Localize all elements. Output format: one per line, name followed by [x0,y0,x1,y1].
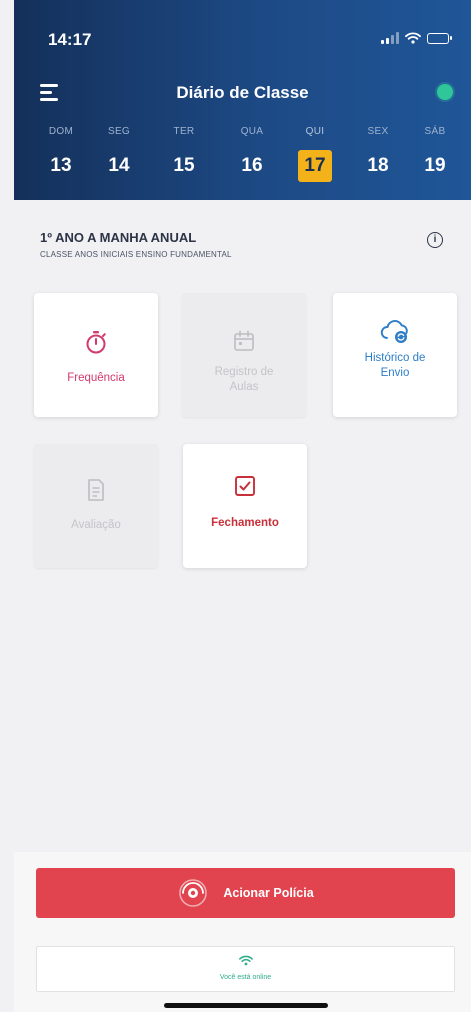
card-label: Frequência [67,372,125,384]
police-button-label: Acionar Polícia [223,886,314,900]
status-icons [381,32,452,44]
day-number: 16 [241,155,263,176]
day-number: 19 [424,155,446,176]
day-tuesday[interactable]: TER 15 [159,126,209,182]
week-strip: DOM 13 SEG 14 TER 15 QUA 16 QUI 17 SEX 1… [14,126,471,196]
day-number: 13 [50,155,72,176]
document-icon [88,479,104,501]
nav-bar: Diário de Classe [14,74,471,114]
card-label: Avaliação [71,519,121,531]
day-number: 14 [108,155,130,176]
app-header: 14:17 Diário de Classe DOM 13 SEG 14 TER… [14,0,471,200]
wifi-icon [238,955,253,966]
day-number-selected: 17 [298,150,332,182]
registro-de-aulas-card[interactable]: Registro de Aulas [182,293,306,417]
acionar-policia-button[interactable]: Acionar Polícia [36,868,455,918]
day-name: SÁB [424,126,446,137]
fechamento-card[interactable]: Fechamento [183,444,307,568]
page-title: Diário de Classe [176,83,309,102]
day-sunday[interactable]: DOM 13 [36,126,86,182]
day-name: TER [173,126,195,137]
status-time: 14:17 [48,30,92,49]
info-icon[interactable]: i [427,232,443,248]
signal-icon [381,32,399,44]
day-friday[interactable]: SEX 18 [353,126,403,182]
card-label: Fechamento [211,517,279,529]
online-status-text: Você está online [219,974,272,981]
class-info: 1º ANO A MANHA ANUAL CLASSE ANOS INICIAI… [40,230,420,259]
avaliacao-card[interactable]: Avaliação [34,444,158,568]
day-thursday[interactable]: QUI 17 [290,126,340,182]
frequencia-card[interactable]: Frequência [34,293,158,417]
wifi-icon [405,32,421,44]
online-status-dot[interactable] [437,84,453,100]
class-subtitle: CLASSE ANOS INICIAIS ENSINO FUNDAMENTAL [40,250,232,259]
alarm-icon [179,879,208,907]
day-number: 18 [367,155,389,176]
calendar-icon [234,330,254,351]
day-number: 15 [173,155,195,176]
day-saturday[interactable]: SÁB 19 [410,126,460,182]
day-name: QUA [240,126,264,137]
day-name: QUI [305,126,325,137]
day-name: SEX [367,126,389,137]
stopwatch-icon [86,331,106,354]
home-indicator [164,1003,328,1008]
day-monday[interactable]: SEG 14 [94,126,144,182]
checkbox-icon [235,476,255,496]
cloud-sync-icon [380,320,408,343]
historico-de-envio-card[interactable]: Histórico de Envio [333,293,457,417]
day-name: DOM [48,126,74,137]
day-name: SEG [107,126,131,137]
card-label: Registro de Aulas [214,366,274,393]
connectivity-status: Você está online [36,946,455,992]
day-wednesday[interactable]: QUA 16 [227,126,277,182]
status-bar: 14:17 [14,0,471,70]
battery-icon [427,32,452,44]
class-title: 1º ANO A MANHA ANUAL [40,230,197,245]
card-label: Histórico de Envio [364,352,426,379]
